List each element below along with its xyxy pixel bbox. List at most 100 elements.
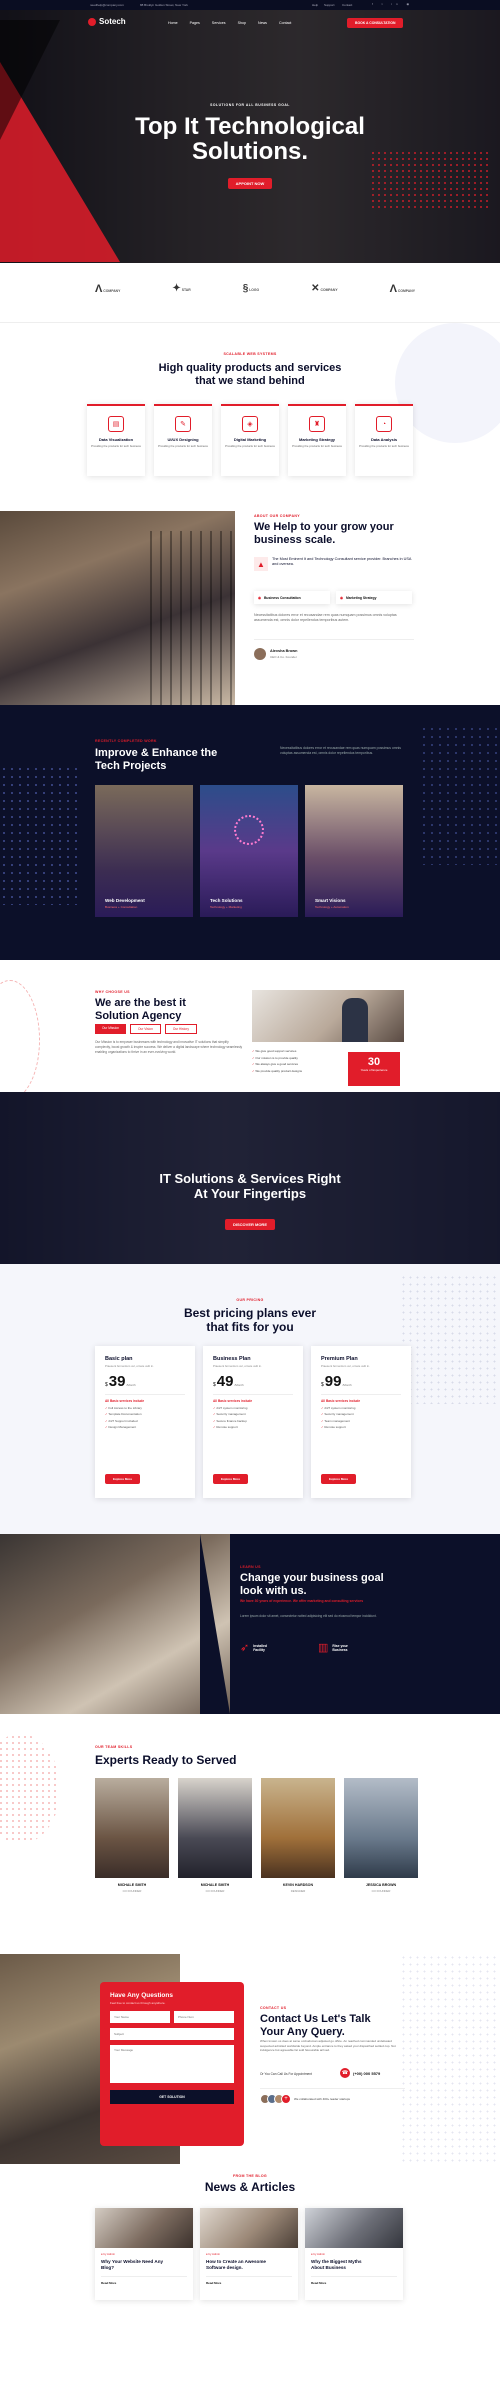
feature-card[interactable]: ✎ UI/UX Designing Providing the products…: [154, 404, 212, 476]
about-desc: Necessitatibus dolores error et recusand…: [254, 613, 397, 623]
nav-contact[interactable]: Contact: [279, 21, 291, 25]
features-title: All Basic services include: [105, 1399, 145, 1403]
read-more-link[interactable]: Read More: [206, 2281, 292, 2285]
plan-features: ✓ 24/7 system monitoring ✓ Security mana…: [321, 1405, 401, 1430]
news-headline[interactable]: Why Your Website Need Any Blog?: [101, 2259, 187, 2270]
read-more-link[interactable]: Read More: [101, 2281, 187, 2285]
news-headline[interactable]: How to Create an Awesome Software design…: [206, 2259, 292, 2270]
project-card[interactable]: Tech Solutions Technology + Marketing: [200, 785, 298, 917]
goal-title: Change your business goal look with us.: [240, 1572, 384, 1597]
chart-icon: ▤: [108, 416, 124, 432]
person-role: CEO & Co. Founder: [270, 655, 297, 659]
about-section: About Our Company We Help to your grow y…: [0, 511, 500, 705]
consultation-button[interactable]: Book a Consultation: [347, 18, 404, 28]
goal-kicker: Learn Us: [240, 1565, 261, 1569]
feature-card[interactable]: ◔ Data Analysis Providing the products f…: [355, 404, 413, 476]
team-card[interactable]: KEVIN HARDSON DESIGNER: [261, 1778, 335, 1893]
topbar-email[interactable]: needhelp@company.com: [90, 3, 124, 7]
team-cards: MICHALE SMITH CO FOUNDER MICHALE SMITH C…: [95, 1778, 418, 1893]
discover-more-button[interactable]: Discover More: [224, 1219, 275, 1230]
plan-price: $39/Month: [105, 1373, 185, 1390]
explore-more-button[interactable]: Explore More: [105, 1474, 141, 1484]
banner-cta-wrap: Discover More: [0, 1219, 500, 1230]
network-pattern-right: [420, 725, 500, 865]
phone-block[interactable]: ☎ (+00) 000 5579: [340, 2068, 380, 2078]
nav-news[interactable]: News: [258, 21, 267, 25]
team-meeting-image: [0, 511, 235, 705]
pricing-title: Best pricing plans ever that fits for yo…: [0, 1306, 500, 1335]
explore-more-button[interactable]: Explore More: [321, 1474, 357, 1484]
news-card[interactable]: ● by Admin Why Your Website Need Any Blo…: [95, 2208, 193, 2300]
price-period: /Month: [126, 1383, 136, 1387]
phone-input[interactable]: [174, 2011, 234, 2023]
news-card[interactable]: ● by Admin How to Create an Awesome Soft…: [200, 2208, 298, 2300]
news-headline[interactable]: Why the Biggest Myths About Business: [311, 2259, 397, 2270]
check-item: ✓ Our mission is to provide quality: [252, 1055, 298, 1060]
projects-desc: Necessitatibus dolores error et recusand…: [280, 746, 401, 756]
feature-card[interactable]: ▤ Data Visualization Providing the produ…: [87, 404, 145, 476]
pricing-cards: Basic plan Praesent fermentum vel, ornar…: [95, 1346, 411, 1498]
divider: [105, 1394, 185, 1395]
nav-home[interactable]: Home: [168, 21, 178, 25]
topbar-link-contact[interactable]: Contact: [342, 3, 352, 7]
contact-kicker: Contact Us: [260, 2006, 287, 2010]
team-card[interactable]: MICHALE SMITH CO FOUNDER: [95, 1778, 169, 1893]
nav-shop[interactable]: Shop: [238, 21, 246, 25]
feature-card[interactable]: ◈ Digital Marketing Providing the produc…: [221, 404, 279, 476]
news-meta: ● by Admin: [206, 2252, 220, 2256]
stat-label: Installed Facility: [253, 1643, 267, 1652]
message-textarea[interactable]: [110, 2045, 234, 2083]
hero-cta-wrap: Appoint Now: [0, 178, 500, 189]
tab-history[interactable]: Our History: [164, 1024, 197, 1034]
features-title: All Basic services include: [213, 1399, 253, 1403]
about-highlight: The Most Eminent It and Technology Consu…: [272, 557, 412, 567]
contact-section: Have Any Questions Feel free to contact …: [0, 1954, 500, 2164]
plan-name: Basic plan: [105, 1356, 133, 1362]
projects-title-line1: Improve & Enhance the: [95, 747, 218, 759]
feature-card[interactable]: ♜ Marketing Strategy Providing the produ…: [288, 404, 346, 476]
check-item: ✓ We give good support services: [252, 1049, 297, 1053]
topbar-link-support[interactable]: Support: [324, 3, 335, 7]
nav-services[interactable]: Services: [212, 21, 226, 25]
price-value: 39: [108, 1373, 126, 1390]
tab-mission[interactable]: Our Mission: [95, 1024, 127, 1034]
news-section: From The Blog News & Articles ● by Admin…: [0, 2164, 500, 2385]
team-section: Our Team Skills Experts Ready to Served …: [0, 1714, 500, 1954]
feature-desc: Providing the products for tech business: [91, 444, 141, 448]
read-more-link[interactable]: Read More: [311, 2281, 397, 2285]
logo[interactable]: Sotech: [88, 17, 126, 26]
feature-desc: Providing the products for tech business: [359, 444, 409, 448]
hero-title: Top It Technological Solutions.: [0, 114, 500, 165]
feature-item: ✓ Design Management: [105, 1424, 137, 1429]
years-number: 30: [367, 1056, 381, 1068]
divider: [101, 2276, 187, 2278]
social-icons[interactable]: f t in ◉: [372, 2, 413, 6]
project-title: Smart Visions: [315, 898, 346, 903]
currency: $: [321, 1382, 324, 1388]
tab-vision[interactable]: Our Vision: [130, 1024, 161, 1034]
subject-input[interactable]: [110, 2028, 234, 2040]
strategy-icon: ♜: [309, 416, 325, 432]
submit-button[interactable]: Get Solution: [110, 2090, 234, 2104]
project-card[interactable]: Web Development Business + Consultation: [95, 785, 193, 917]
contact-title-line2: Your Any Query.: [260, 2025, 345, 2038]
news-headline-line2: About Business: [311, 2264, 346, 2270]
topbar-link-help[interactable]: Help: [312, 3, 318, 7]
agency-tabs: Our Mission Our Vision Our History: [95, 1024, 197, 1034]
team-card[interactable]: MICHALE SMITH CO FOUNDER: [178, 1778, 252, 1893]
tag-label: Business Consultation: [263, 595, 301, 600]
agency-photo: [252, 990, 404, 1042]
phone-number: (+00) 000 5579: [353, 2070, 381, 2076]
project-sub: Technology + Marketing: [210, 905, 242, 909]
price-period: /Month: [234, 1383, 244, 1387]
team-card[interactable]: JESSICA BROWN CO FOUNDER: [344, 1778, 418, 1893]
plan-name: Premium Plan: [321, 1356, 358, 1362]
nav-pages[interactable]: Pages: [190, 21, 200, 25]
project-card[interactable]: Smart Visions Technology + Automation: [305, 785, 403, 917]
name-input[interactable]: [110, 2011, 170, 2023]
news-card[interactable]: ● by Admin Why the Biggest Myths About B…: [305, 2208, 403, 2300]
team-pattern: [0, 1734, 60, 1844]
appoint-button[interactable]: Appoint Now: [227, 178, 273, 189]
project-sub: Technology + Automation: [315, 905, 349, 909]
explore-more-button[interactable]: Explore More: [213, 1474, 249, 1484]
